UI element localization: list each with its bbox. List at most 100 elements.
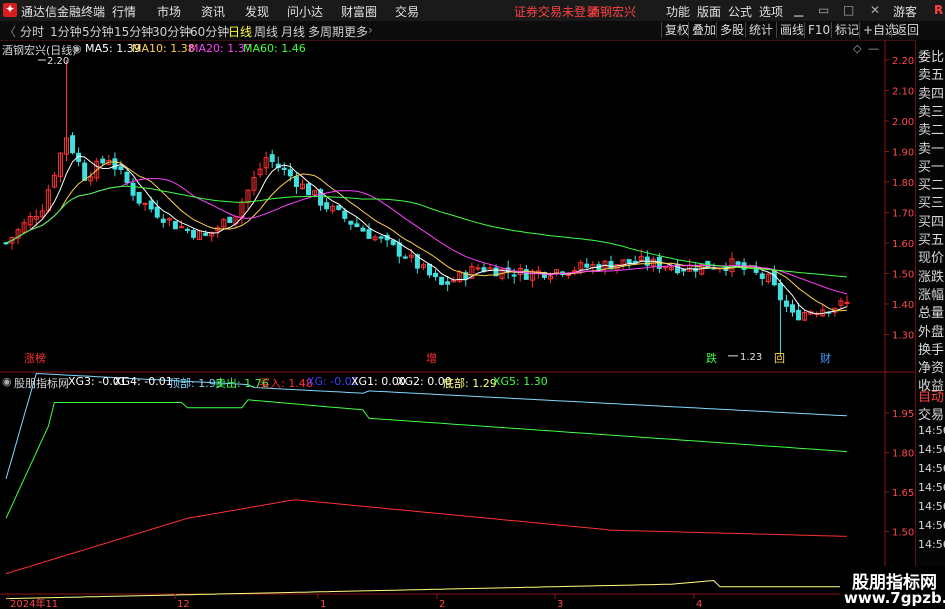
menu-news[interactable]: 资讯 <box>201 3 225 20</box>
sub-y-tick-label: 1.65 <box>892 488 914 499</box>
candle-body <box>796 309 802 321</box>
candle-body <box>293 176 299 187</box>
quote-item-9: 买四 <box>918 214 945 230</box>
candle-body <box>584 263 590 268</box>
period-toolbar: 〈 分时 1分钟 5分钟 15分钟 30分钟 60分钟 日线 周线 月线 多周期… <box>0 21 945 41</box>
y-tick-label: 1.80 <box>892 178 914 189</box>
period-weekly[interactable]: 周线 <box>254 23 278 40</box>
candle-body <box>227 216 233 224</box>
maximize-icon[interactable]: □ <box>843 3 854 17</box>
candle-body <box>178 226 184 229</box>
multi-stock-button[interactable]: 多股 <box>716 22 747 38</box>
menu-options[interactable]: 选项 <box>759 3 783 20</box>
menu-formula[interactable]: 公式 <box>728 3 752 20</box>
candle-body <box>433 272 439 278</box>
f10-button[interactable]: F10 <box>804 22 833 38</box>
tick-time-2: 14:56 <box>918 462 945 475</box>
candle-body <box>342 210 348 219</box>
y-tick-label: 2.20 <box>892 56 914 67</box>
guest-label[interactable]: 游客 <box>893 3 917 20</box>
menu-quotes[interactable]: 行情 <box>112 3 136 20</box>
candle-body <box>396 242 402 257</box>
quote-item-7: 买二 <box>918 178 945 194</box>
chevron-right-icon[interactable]: › <box>368 23 373 37</box>
quote-item-13: 涨幅 <box>918 287 945 303</box>
period-30min[interactable]: 30分钟 <box>152 23 191 40</box>
kline-chart[interactable]: 2.20 2.10 2.00 1.90 1.80 1.70 1.60 1.50 1.40 1.30… <box>0 40 915 609</box>
quote-item-6: 买一 <box>918 159 945 175</box>
mark-button[interactable]: 标记 <box>831 22 862 38</box>
candle-body <box>445 281 451 285</box>
back-button[interactable]: 返回 <box>891 22 922 38</box>
candle-body <box>348 220 354 225</box>
quote-item-2: 卖四 <box>918 86 945 102</box>
period-more[interactable]: 更多 <box>344 23 368 40</box>
candle-body <box>336 205 342 210</box>
period-15min[interactable]: 15分钟 <box>114 23 153 40</box>
collapse-icon[interactable]: 〈 <box>4 23 16 40</box>
draw-line-button[interactable]: 画线 <box>776 22 807 38</box>
quote-item-3: 卖三 <box>918 104 945 120</box>
trade-button[interactable]: 交易 <box>918 404 944 423</box>
buy-line <box>5 499 847 575</box>
y-tick-label: 1.30 <box>892 331 914 342</box>
candle-body <box>771 270 777 286</box>
login-notice[interactable]: 证券交易未登录 <box>514 3 598 20</box>
restore-icon[interactable]: ▭ <box>818 3 829 17</box>
tick-time-1: 14:56 <box>918 443 945 456</box>
auto-button[interactable]: 自动 <box>918 386 944 405</box>
candle-body <box>136 191 142 204</box>
quote-item-8: 买三 <box>918 196 945 212</box>
candle-body <box>306 183 311 196</box>
quote-item-10: 买五 <box>918 233 945 248</box>
close-icon[interactable]: ✕ <box>870 3 880 17</box>
menu-trade[interactable]: 交易 <box>395 3 419 20</box>
title-bar: ✦ 通达信金融终端 行情 市场 资讯 发现 问小达 财富圈 交易 证券交易未登录… <box>0 0 945 22</box>
ma60-line <box>5 185 847 278</box>
candle-body <box>844 301 850 304</box>
minimize-icon[interactable]: ▁ <box>794 3 803 17</box>
watermark-url: www.7gpzb.com <box>844 589 945 607</box>
period-60min[interactable]: 60分钟 <box>190 23 229 40</box>
menu-ask[interactable]: 问小达 <box>287 3 323 20</box>
watermark: 股朋指标网 www.7gpzb.com <box>840 566 945 609</box>
y-tick-label: 1.40 <box>892 300 914 311</box>
sub-y-tick-label: 1.95 <box>892 409 914 420</box>
menu-function[interactable]: 功能 <box>666 3 690 20</box>
sub-indicator-icon[interactable]: ◉ <box>2 375 12 388</box>
candle-body <box>100 158 106 164</box>
quote-panel: 委比 卖五 卖四 卖三 卖二 卖一 买一 买二 买三 买四 买五 现价 涨跌 涨幅 总量 外盘 换手 净资 收益 自动… <box>915 40 945 609</box>
candle-body <box>632 260 638 263</box>
period-5min[interactable]: 5分钟 <box>82 23 114 40</box>
candle-body <box>160 218 166 223</box>
period-daily[interactable]: 日线 <box>228 23 252 40</box>
r-icon[interactable]: R <box>934 3 943 17</box>
menu-wealth[interactable]: 财富圈 <box>341 3 377 20</box>
y-tick-label: 2.00 <box>892 117 914 128</box>
candle-body <box>354 223 360 228</box>
candle-body <box>427 263 432 276</box>
overlay-button[interactable]: 叠加 <box>688 22 719 38</box>
stats-button[interactable]: 统计 <box>745 22 776 38</box>
quote-item-5: 卖一 <box>918 141 945 157</box>
candle-body <box>735 261 741 265</box>
low-price-label: 1.23 <box>740 352 762 363</box>
menu-layout[interactable]: 版面 <box>697 3 721 20</box>
quote-item-15: 外盘 <box>918 324 945 340</box>
period-intraday[interactable]: 分时 <box>20 23 44 40</box>
period-1min[interactable]: 1分钟 <box>50 23 82 40</box>
candle-body <box>681 269 687 272</box>
sub-value-1: XG4: -0.01 <box>114 375 173 388</box>
menu-discover[interactable]: 发现 <box>245 3 269 20</box>
quote-item-1: 卖五 <box>918 68 945 84</box>
period-monthly[interactable]: 月线 <box>281 23 305 40</box>
candle-body <box>790 304 795 313</box>
candle-body <box>172 220 178 230</box>
sub-y-tick-label: 1.50 <box>892 528 914 539</box>
sub-y-tick-label: 1.80 <box>892 449 914 460</box>
candle-body <box>324 202 330 210</box>
candle-body <box>390 239 396 245</box>
candle-body <box>269 154 275 163</box>
period-multi[interactable]: 多周期 <box>308 23 344 40</box>
menu-market[interactable]: 市场 <box>157 3 181 20</box>
